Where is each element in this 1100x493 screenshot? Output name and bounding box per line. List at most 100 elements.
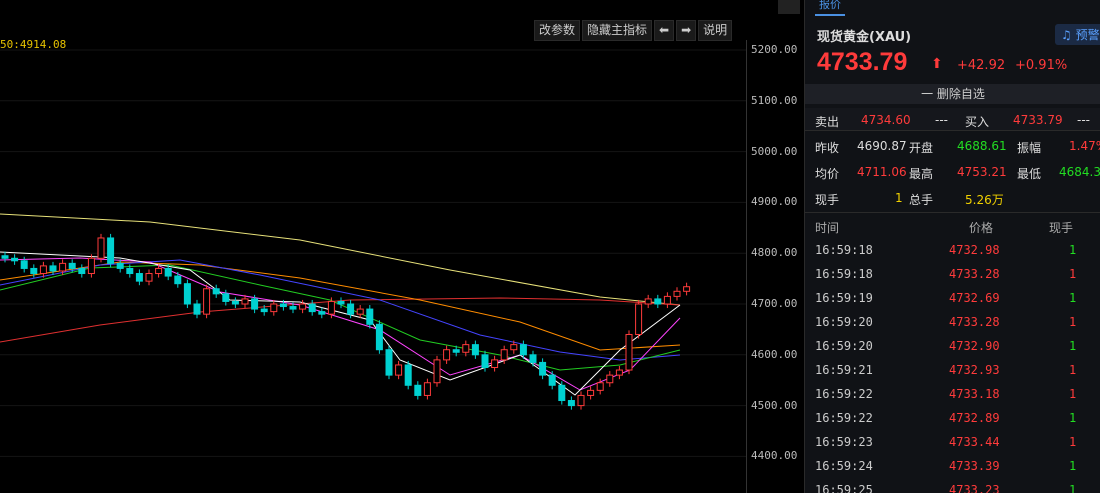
candle-body [78,267,86,275]
y-tick-label: 4700.00 [751,297,798,310]
candle-body [587,389,595,396]
trade-price: 4733.39 [949,459,1000,473]
candle-body [270,303,278,313]
trade-time: 16:59:23 [815,435,873,449]
candle-body [615,369,623,376]
stat-value: 4684.32 [1059,165,1100,179]
candle-body [222,293,230,302]
buy-price: 4733.79 [1013,113,1063,127]
chart-toolbar: 改参数 隐藏主指标 ⬅ ➡ 说明 [534,20,733,41]
trade-price: 4733.28 [949,267,1000,281]
candle-body [462,344,470,353]
y-tick-label: 4900.00 [751,195,798,209]
candle-body [212,288,220,295]
candle-body [500,349,508,361]
trade-volume: 1 [1069,339,1077,353]
candle-body [68,262,76,269]
candle-body [395,364,403,376]
header-volume: 现手 [1049,221,1074,235]
remove-watchlist-button[interactable]: 一 删除自选 [805,84,1100,104]
candle-body [414,384,422,396]
trades-list[interactable]: 16:59:18 4732.98 1 16:59:18 4733.28 1 16:59:19… [805,238,1100,493]
stat-label: 现手 [815,193,840,207]
trade-row: 16:59:19 4732.69 1 [805,286,1100,310]
bid-ask-row: 卖出 4734.60 --- 买入 4733.79 --- [805,108,1100,130]
candle-body [107,237,115,264]
candle-body [20,260,28,269]
stat-value: 4711.06 [857,165,907,179]
stat-value: 4690.87 [857,139,907,153]
candle-body [548,374,556,386]
alert-label: 预警 [1075,28,1100,42]
ma-info: 50:4914.08 [0,38,67,51]
tab-quote[interactable]: 报价 [815,0,845,16]
next-arrow-button[interactable]: ➡ [676,20,697,41]
quote-panel: 报价 现货黄金(XAU) ♫ 预警 4733.79 ⬆ +42.92 +0.91… [804,0,1100,493]
alert-button[interactable]: ♫ 预警 [1055,24,1100,45]
stat-label: 振幅 [1017,141,1042,155]
prev-arrow-button[interactable]: ⬅ [654,20,675,41]
candle-body [567,400,575,407]
stat-value: 4753.21 [957,165,1007,179]
header-time: 时间 [815,221,840,235]
candle-body [87,257,95,275]
sell-volume: --- [935,113,948,127]
candle-body [145,273,153,282]
candle-body [193,303,201,315]
candle-body [433,359,441,384]
candle-body [327,300,335,315]
candle-body [251,298,259,310]
trade-volume: 1 [1069,435,1077,449]
trade-time: 16:59:22 [815,387,873,401]
candle-body [683,286,691,292]
trade-row: 16:59:25 4733.23 1 [805,478,1100,493]
candle-body [558,384,566,402]
chart-corner-box [778,0,800,14]
buy-volume: --- [1077,113,1090,127]
candle-body [635,303,643,335]
trade-row: 16:59:24 4733.39 1 [805,454,1100,478]
price-change: +42.92 [957,58,1006,73]
candle-body [625,333,633,371]
trade-volume: 1 [1069,387,1077,401]
candle-body [404,364,412,386]
y-tick-label: 5200.00 [751,43,798,56]
candle-body [491,359,499,369]
trade-volume: 1 [1069,291,1077,305]
candle-body [116,262,124,269]
candle-body [452,349,460,353]
candle-body [155,267,163,275]
sell-price: 4734.60 [861,113,911,127]
stats-row: 现手 1 总手 5.26万 [805,186,1100,210]
edit-params-button[interactable]: 改参数 [534,20,581,41]
candle-body [241,298,249,305]
candle-body [366,308,374,325]
stat-label: 最高 [909,167,934,181]
candle-body [606,374,614,384]
help-button[interactable]: 说明 [698,20,733,41]
candle-body [49,265,57,272]
trade-time: 16:59:25 [815,483,873,493]
candle-body [231,300,239,305]
chart-area[interactable]: 50:4914.08 改参数 隐藏主指标 ⬅ ➡ 说明 5200.00 5100.… [0,0,800,493]
y-tick-label: 4400.00 [751,449,798,463]
stat-value: 1 [895,191,903,205]
candle-body [577,394,585,407]
trade-time: 16:59:19 [815,291,873,305]
candle-body [135,273,143,282]
trade-volume: 1 [1069,363,1077,377]
candlestick-chart[interactable] [0,0,746,493]
trade-time: 16:59:22 [815,411,873,425]
hide-main-indicator-button[interactable]: 隐藏主指标 [582,20,653,41]
candle-body [299,303,307,310]
trade-volume: 1 [1069,243,1077,257]
buy-label: 买入 [965,115,990,129]
y-tick-label: 4600.00 [751,347,798,361]
trade-price: 4733.28 [949,315,1000,329]
trade-volume: 1 [1069,459,1077,473]
header-price: 价格 [969,221,994,235]
candle-body [443,349,451,361]
candle-body [183,283,191,305]
trades-header: 时间 价格 现手 [805,214,1100,238]
trade-price: 4732.90 [949,339,1000,353]
